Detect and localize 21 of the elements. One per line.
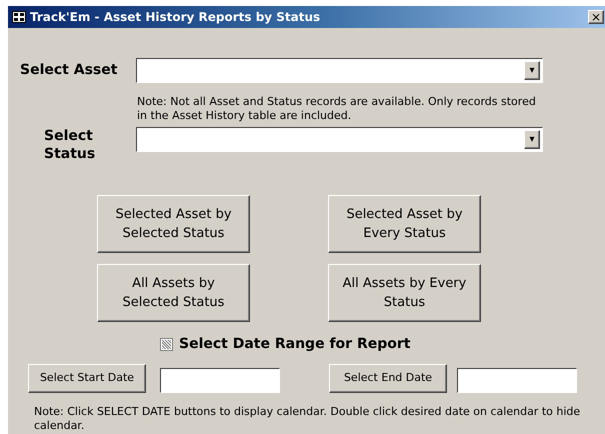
close-button[interactable]: × xyxy=(588,10,604,24)
status-label: Select Status xyxy=(44,127,96,163)
form-icon xyxy=(12,11,26,23)
date-range-checkbox[interactable] xyxy=(160,338,173,351)
start-date-field[interactable] xyxy=(160,368,280,393)
dropdown-caret-icon: ▾ xyxy=(524,61,540,80)
report-button[interactable]: All Assets by Selected Status xyxy=(97,264,250,322)
note-text: Note: Not all Asset and Status records are available. Only records stored in the Asset History table are included. xyxy=(137,95,537,123)
report-button[interactable]: Selected Asset by Selected Status xyxy=(97,195,250,253)
date-range-label: Select Date Range for Report xyxy=(179,335,410,354)
window-title: Track'Em - Asset History Reports by Status xyxy=(30,9,320,26)
dropdown-caret-icon: ▾ xyxy=(524,130,540,149)
dropdown-field[interactable]: ▾ xyxy=(136,127,543,152)
report-button[interactable]: Selected Asset by Every Status xyxy=(328,195,481,253)
asset-label: Select Asset xyxy=(20,61,118,80)
end-date-button[interactable]: Select End Date xyxy=(329,364,447,393)
dropdown-field[interactable]: ▾ xyxy=(136,58,543,83)
note-text: Note: Click SELECT DATE buttons to display calendar. Double click desired date on calendar to hide calendar. xyxy=(34,405,582,433)
start-date-button[interactable]: Select Start Date xyxy=(28,364,146,393)
report-button[interactable]: All Assets by Every Status xyxy=(328,264,481,322)
end-date-field[interactable] xyxy=(457,368,577,393)
